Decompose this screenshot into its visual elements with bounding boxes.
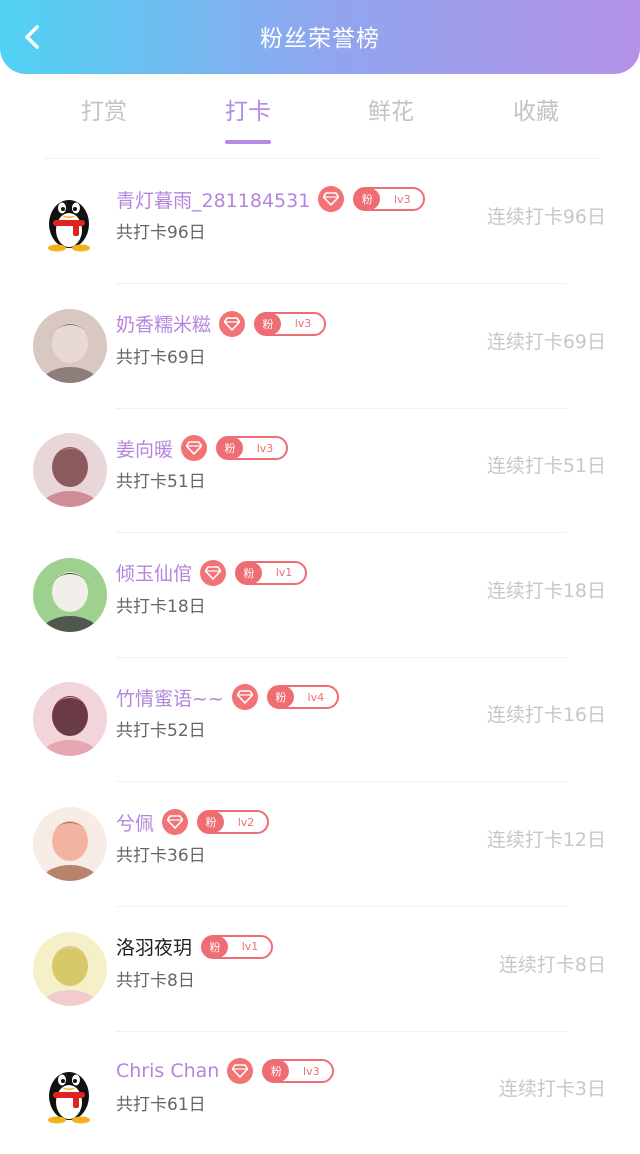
total-checkin-days: 共打卡51日 bbox=[116, 472, 206, 493]
total-checkin-days: 共打卡69日 bbox=[116, 347, 206, 368]
fan-badge-label: 粉 bbox=[267, 686, 294, 709]
fan-level: lv2 bbox=[237, 815, 255, 829]
fan-level: lv3 bbox=[294, 317, 312, 331]
total-checkin-days: 共打卡52日 bbox=[116, 721, 206, 742]
fan-badge-label: 粉 bbox=[198, 811, 225, 833]
name-line: 兮佩 粉 lv2 bbox=[116, 808, 270, 836]
fan-name[interactable]: 姜向暖 bbox=[116, 435, 173, 462]
streak-checkin-days: 连续打卡51日 bbox=[486, 455, 606, 478]
tab-bar: 打赏 打卡 鲜花 收藏 bbox=[0, 86, 640, 144]
avatar[interactable] bbox=[33, 682, 107, 757]
diamond-icon bbox=[181, 435, 208, 462]
avatar[interactable] bbox=[33, 931, 107, 1006]
fan-name[interactable]: 兮佩 bbox=[116, 809, 154, 836]
name-line: Chris Chan 粉 lv3 bbox=[116, 1057, 335, 1085]
avatar[interactable] bbox=[33, 433, 107, 508]
fan-row[interactable]: 青灯暮雨_281184531 粉 lv3 共打卡96日 连续打卡96日 bbox=[0, 160, 640, 284]
fan-level-badge: 粉 lv2 bbox=[197, 810, 270, 834]
tab-reward[interactable]: 打赏 bbox=[59, 92, 149, 146]
total-checkin-days: 共打卡18日 bbox=[116, 596, 206, 617]
tab-checkin[interactable]: 打卡 bbox=[203, 92, 293, 146]
streak-checkin-days: 连续打卡8日 bbox=[498, 953, 606, 976]
fan-badge-label: 粉 bbox=[354, 188, 381, 210]
diamond-icon bbox=[219, 310, 246, 337]
name-line: 姜向暖 粉 lv3 bbox=[116, 434, 289, 462]
fan-badge-label: 粉 bbox=[263, 1060, 290, 1083]
fan-row[interactable]: 洛羽夜玥 粉 lv1 共打卡8日 连续打卡8日 bbox=[0, 908, 640, 1032]
fan-level-badge: 粉 lv3 bbox=[254, 311, 327, 336]
name-line: 倾玉仙倌 粉 lv1 bbox=[116, 559, 308, 587]
diamond-icon bbox=[318, 186, 345, 212]
fan-name[interactable]: 奶香糯米糍 bbox=[116, 310, 211, 337]
avatar[interactable] bbox=[33, 308, 107, 383]
fan-level: lv3 bbox=[303, 1064, 320, 1078]
total-checkin-days: 共打卡8日 bbox=[116, 970, 195, 991]
fan-name[interactable]: 洛羽夜玥 bbox=[116, 933, 192, 960]
diamond-icon bbox=[200, 559, 227, 586]
active-tab-indicator bbox=[225, 140, 271, 144]
name-line: 青灯暮雨_281184531 粉 lv3 bbox=[116, 185, 426, 213]
fan-badge-label: 粉 bbox=[217, 437, 244, 460]
streak-checkin-days: 连续打卡12日 bbox=[486, 829, 606, 851]
diamond-icon bbox=[231, 684, 258, 711]
streak-checkin-days: 连续打卡69日 bbox=[486, 330, 606, 353]
name-line: 洛羽夜玥 粉 lv1 bbox=[116, 933, 274, 961]
fan-row[interactable]: 兮佩 粉 lv2 共打卡36日 连续打卡12日 bbox=[0, 783, 640, 907]
fan-level: lv3 bbox=[256, 441, 274, 455]
diamond-icon bbox=[162, 809, 189, 835]
fan-row[interactable]: 倾玉仙倌 粉 lv1 共打卡18日 连续打卡18日 bbox=[0, 534, 640, 658]
divider bbox=[44, 158, 600, 159]
tab-favorites[interactable]: 收藏 bbox=[491, 92, 581, 146]
fan-name[interactable]: 青灯暮雨_281184531 bbox=[116, 186, 310, 213]
streak-checkin-days: 连续打卡18日 bbox=[486, 579, 606, 602]
diamond-icon bbox=[227, 1058, 254, 1085]
fan-level-badge: 粉 lv3 bbox=[262, 1059, 335, 1084]
fan-row[interactable]: 竹情蜜语~~ 粉 lv4 共打卡52日 连续打卡16日 bbox=[0, 658, 640, 783]
tab-label: 打赏 bbox=[81, 99, 127, 125]
fan-row[interactable]: 奶香糯米糍 粉 lv3 共打卡69日 连续打卡69日 bbox=[0, 285, 640, 409]
tab-label: 打卡 bbox=[225, 99, 271, 125]
fan-row[interactable]: Chris Chan 粉 lv3 共打卡61日 连续打卡3日 bbox=[0, 1032, 640, 1154]
header-bar: 粉丝荣誉榜 bbox=[0, 0, 640, 74]
fan-level: lv4 bbox=[307, 690, 325, 704]
fan-level: lv3 bbox=[394, 192, 411, 206]
tab-label: 收藏 bbox=[513, 99, 559, 125]
fan-badge-label: 粉 bbox=[202, 935, 229, 958]
fan-level-badge: 粉 lv1 bbox=[201, 934, 274, 959]
fan-level-badge: 粉 lv4 bbox=[266, 685, 339, 710]
tab-label: 鲜花 bbox=[368, 99, 414, 125]
name-line: 奶香糯米糍 粉 lv3 bbox=[116, 310, 327, 338]
fan-level: lv1 bbox=[241, 940, 259, 954]
avatar[interactable] bbox=[33, 557, 107, 632]
name-line: 竹情蜜语~~ 粉 lv4 bbox=[116, 683, 339, 711]
fan-name[interactable]: 竹情蜜语~~ bbox=[116, 684, 224, 711]
avatar[interactable] bbox=[33, 807, 107, 881]
total-checkin-days: 共打卡36日 bbox=[116, 846, 206, 866]
fan-badge-label: 粉 bbox=[255, 312, 282, 335]
total-checkin-days: 共打卡61日 bbox=[116, 1095, 206, 1116]
page-title: 粉丝荣誉榜 bbox=[260, 26, 380, 52]
fan-level: lv1 bbox=[275, 566, 293, 580]
fan-name[interactable]: 倾玉仙倌 bbox=[116, 559, 192, 586]
fan-badge-label: 粉 bbox=[236, 561, 263, 584]
fan-name[interactable]: Chris Chan bbox=[116, 1060, 219, 1082]
fan-level-badge: 粉 lv3 bbox=[353, 187, 426, 211]
total-checkin-days: 共打卡96日 bbox=[116, 223, 206, 243]
streak-checkin-days: 连续打卡3日 bbox=[498, 1078, 606, 1101]
tab-flowers[interactable]: 鲜花 bbox=[346, 92, 436, 146]
avatar[interactable] bbox=[33, 184, 107, 258]
fan-row[interactable]: 姜向暖 粉 lv3 共打卡51日 连续打卡51日 bbox=[0, 409, 640, 534]
streak-checkin-days: 连续打卡16日 bbox=[486, 704, 606, 727]
streak-checkin-days: 连续打卡96日 bbox=[486, 206, 606, 228]
fan-level-badge: 粉 lv3 bbox=[216, 436, 289, 461]
avatar[interactable] bbox=[33, 1056, 107, 1130]
fan-level-badge: 粉 lv1 bbox=[235, 560, 308, 585]
